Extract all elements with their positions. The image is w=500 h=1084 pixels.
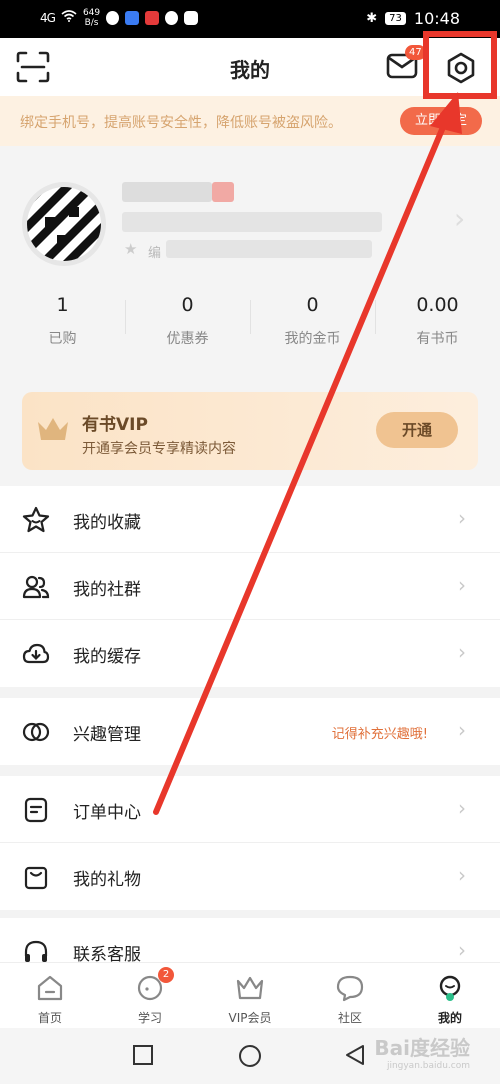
- avatar[interactable]: [22, 182, 106, 266]
- tab-mine[interactable]: 我的: [400, 963, 500, 1028]
- chevron-right-icon: ›: [458, 938, 466, 962]
- chevron-right-icon: ›: [458, 863, 466, 887]
- qq-icon: [106, 11, 120, 25]
- bookmark-icon: ★: [124, 240, 138, 258]
- video-app-icon: [125, 11, 140, 25]
- gift-bag-icon: [24, 866, 48, 890]
- bind-phone-banner: 绑定手机号，提高账号安全性，降低账号被盗风险。 立即绑定: [0, 96, 500, 146]
- settings-highlight-box: [423, 31, 497, 99]
- stat-coupons[interactable]: 0 优惠券: [125, 294, 250, 354]
- cloud-download-icon: [22, 643, 50, 664]
- crown-icon: [236, 976, 264, 1000]
- edit-profile-label[interactable]: 编: [148, 242, 161, 261]
- chat-bubble-icon: [336, 975, 364, 1002]
- stat-book-coins[interactable]: 0.00 有书币: [375, 294, 500, 354]
- stats-row: 1 已购 0 优惠券 0 我的金币 0.00 有书币: [0, 294, 500, 354]
- stat-gold-coins[interactable]: 0 我的金币: [250, 294, 375, 354]
- menu-item-customer-service[interactable]: 联系客服 ›: [0, 918, 500, 962]
- people-icon: [22, 575, 50, 599]
- menu-group-orders: 订单中心 › 我的礼物 ›: [0, 776, 500, 910]
- stat-purchased[interactable]: 1 已购: [0, 294, 125, 354]
- fitness-app-icon: [184, 11, 199, 25]
- wifi-icon: [61, 10, 77, 26]
- network-speed: 649 B/s: [82, 8, 101, 28]
- chat-app-icon: [165, 11, 179, 25]
- chevron-right-icon: ›: [458, 796, 466, 820]
- vip-title: 有书VIP: [82, 415, 148, 435]
- crown-icon: [38, 418, 68, 440]
- chevron-right-icon: ›: [458, 640, 466, 664]
- username-blurred: [122, 182, 212, 202]
- recent-apps-icon[interactable]: [132, 1044, 154, 1066]
- menu-group-support: 联系客服 ›: [0, 918, 500, 962]
- bluetooth-icon: ✱: [366, 11, 378, 26]
- tab-community[interactable]: 社区: [300, 963, 400, 1028]
- menu-item-favorites[interactable]: 我的收藏 ›: [0, 486, 500, 553]
- menu-item-community[interactable]: 我的社群 ›: [0, 553, 500, 620]
- news-app-icon: [145, 11, 160, 25]
- chevron-right-icon: ›: [458, 718, 466, 742]
- watermark: Bai度经验 jingyan.baidu.com: [374, 1036, 470, 1071]
- username-blurred-accent: [212, 182, 234, 202]
- interest-icon: [22, 722, 50, 742]
- menu-item-gifts[interactable]: 我的礼物 ›: [0, 843, 500, 910]
- star-face-icon: [22, 506, 50, 533]
- tab-vip[interactable]: VIP会员: [200, 963, 300, 1028]
- profile-chevron-icon[interactable]: ›: [454, 202, 465, 235]
- back-triangle-icon[interactable]: [344, 1044, 366, 1066]
- bind-now-button[interactable]: 立即绑定: [400, 107, 482, 135]
- profile-icon: [439, 975, 461, 1001]
- bottom-tab-bar: 首页 2 学习 VIP会员 社区 我的: [0, 962, 500, 1028]
- order-icon: [24, 797, 48, 823]
- chevron-right-icon: ›: [458, 506, 466, 530]
- interest-hint: 记得补充兴趣哦!: [331, 727, 428, 742]
- clock: 10:48: [413, 9, 460, 28]
- profile-meta-blurred: [166, 240, 372, 258]
- bind-phone-text: 绑定手机号，提高账号安全性，降低账号被盗风险。: [20, 115, 342, 131]
- battery-icon: 73: [385, 12, 406, 25]
- headset-icon: [24, 940, 48, 962]
- vip-card[interactable]: 有书VIP 开通享会员专享精读内容 开通: [22, 392, 478, 470]
- menu-group-main: 我的收藏 › 我的社群 › 我的缓存 ›: [0, 486, 500, 687]
- menu-item-interest[interactable]: 兴趣管理 记得补充兴趣哦! ›: [0, 698, 500, 765]
- network-signal-icon: 4G: [40, 11, 56, 25]
- chevron-right-icon: ›: [458, 573, 466, 597]
- study-badge: 2: [158, 967, 174, 983]
- menu-item-orders[interactable]: 订单中心 ›: [0, 776, 500, 843]
- profile-info-blurred: [122, 212, 382, 232]
- tab-home[interactable]: 首页: [0, 963, 100, 1028]
- profile-section: ★ 编 › 1 已购 0 优惠券 0 我的金币 0.00 有书币 有书VIP 开…: [0, 146, 500, 486]
- home-icon: [37, 975, 63, 1001]
- home-circle-icon[interactable]: [238, 1044, 262, 1068]
- tab-study[interactable]: 2 学习: [100, 963, 200, 1028]
- menu-group-interest: 兴趣管理 记得补充兴趣哦! ›: [0, 698, 500, 765]
- vip-subtitle: 开通享会员专享精读内容: [82, 441, 236, 457]
- menu-item-cache[interactable]: 我的缓存 ›: [0, 620, 500, 687]
- open-vip-button[interactable]: 开通: [376, 412, 458, 448]
